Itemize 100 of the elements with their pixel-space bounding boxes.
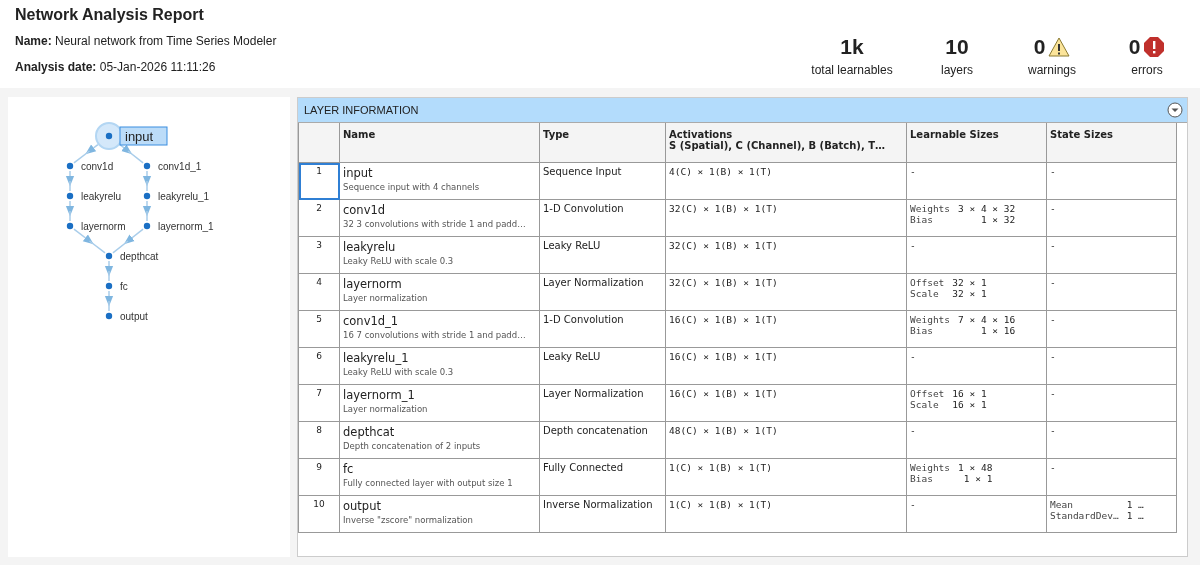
table-cell: 1-D Convolution [539, 310, 666, 348]
warning-icon [1048, 37, 1071, 57]
report-title: Network Analysis Report [15, 6, 205, 24]
node-label[interactable]: conv1d [81, 160, 114, 172]
parameter-size: 1 × 16 [979, 325, 1016, 336]
column-header[interactable]: Activations S (Spatial), C (Channel), B (Batch), T… [665, 123, 907, 163]
row-number[interactable]: 4 [298, 273, 340, 311]
column-header[interactable]: State Sizes [1046, 123, 1177, 163]
node-label[interactable]: leakyrelu [81, 190, 122, 202]
table-cell: - [1050, 203, 1056, 214]
table-cell: - [1050, 314, 1056, 325]
stat-label: total learnables [811, 63, 893, 77]
table-cell: - [1050, 277, 1056, 288]
section-title: LAYER INFORMATION [304, 104, 419, 116]
graph-node[interactable] [143, 222, 151, 230]
table-cell: 32(C) × 1(B) × 1(T) [665, 273, 907, 311]
parameter-size: 3 × 4 × 32 [958, 203, 1016, 214]
table-cell: 1-D Convolution [539, 199, 666, 237]
layer-name: leakyrelu [343, 240, 397, 254]
parameter-name: Weights [910, 203, 951, 214]
parameter-name: Weights [910, 462, 951, 473]
graph-node[interactable] [143, 162, 151, 170]
graph-node[interactable] [105, 282, 113, 290]
column-header[interactable]: Name [339, 123, 540, 163]
node-label[interactable]: output [120, 310, 148, 322]
table-cell: 32(C) × 1(B) × 1(T) [665, 199, 907, 237]
parameter-name: Scale [910, 288, 940, 299]
node-label-highlight [119, 126, 168, 146]
column-title: Activations [669, 129, 734, 140]
table-cell: Layer Normalization [539, 273, 666, 311]
node-label[interactable]: layernorm [81, 220, 126, 232]
parameter-name: Bias [910, 473, 934, 484]
row-number[interactable]: 9 [298, 458, 340, 496]
layer-name: output [343, 499, 382, 513]
stat-label: layers [941, 63, 973, 77]
error-icon [1143, 36, 1166, 58]
parameter-size: 1 × 48 [958, 462, 993, 473]
node-label[interactable]: fc [120, 280, 128, 292]
node-label[interactable]: depthcat [120, 250, 159, 262]
edge-arrow [65, 200, 75, 222]
layer-description: 16 7 convolutions with stride 1 and padd… [343, 330, 527, 340]
layer-name: conv1d [343, 203, 387, 217]
node-label[interactable]: conv1d_1 [158, 160, 202, 172]
field-value: Neural network from Time Series Modeler [55, 34, 277, 48]
table-cell: - [910, 166, 916, 177]
graph-node[interactable] [66, 192, 74, 200]
row-number[interactable]: 7 [298, 384, 340, 422]
table-cell: - [1050, 425, 1056, 436]
graph-node[interactable] [66, 222, 74, 230]
parameter-size: 16 × 1 [952, 388, 987, 399]
graph-node[interactable] [105, 252, 113, 260]
edge-arrow [104, 290, 114, 312]
table-cell: - [1050, 462, 1056, 473]
column-header[interactable]: Type [539, 123, 666, 163]
parameter-size: 32 × 1 [952, 288, 987, 299]
graph-node[interactable] [105, 312, 113, 320]
field-value: 05-Jan-2026 11:11:26 [99, 60, 216, 74]
table-cell: - [1050, 166, 1056, 177]
graph-node[interactable] [143, 192, 151, 200]
layer-description: Inverse "zscore" normalization [343, 515, 474, 525]
stat-label: warnings [1028, 63, 1076, 77]
dropdown-icon[interactable] [1167, 102, 1183, 118]
stat-value: 0 [1033, 35, 1046, 59]
table-cell: Inverse Normalization [539, 495, 666, 533]
layer-description: Depth concatenation of 2 inputs [343, 441, 482, 451]
stat-label: errors [1131, 63, 1163, 77]
table-cell: Leaky ReLU [539, 236, 666, 274]
column-header[interactable]: Learnable Sizes [906, 123, 1047, 163]
layer-name: layernorm [343, 277, 403, 291]
row-number[interactable]: 3 [298, 236, 340, 274]
table-cell: 1(C) × 1(B) × 1(T) [665, 495, 907, 533]
parameter-name: Bias [910, 325, 934, 336]
parameter-name: Weights [910, 314, 951, 325]
table-cell: Depth concatenation [539, 421, 666, 459]
parameter-name: Offset [910, 388, 945, 399]
table-cell: 1(C) × 1(B) × 1(T) [665, 458, 907, 496]
row-number[interactable]: 1 [298, 162, 340, 200]
layer-description: Sequence input with 4 channels [343, 182, 481, 192]
layer-description: Leaky ReLU with scale 0.3 [343, 367, 455, 377]
graph-node[interactable] [66, 162, 74, 170]
table-cell: 16(C) × 1(B) × 1(T) [665, 347, 907, 385]
row-number[interactable]: 2 [298, 199, 340, 237]
node-label[interactable]: input [125, 129, 154, 144]
row-number[interactable]: 6 [298, 347, 340, 385]
row-number[interactable]: 8 [298, 421, 340, 459]
table-cell: 48(C) × 1(B) × 1(T) [665, 421, 907, 459]
parameter-size: 1 … [1126, 499, 1144, 510]
node-label[interactable]: layernorm_1 [158, 220, 214, 232]
parameter-size: 1 × 1 [962, 473, 993, 484]
field-label: Analysis date: [15, 60, 97, 74]
row-number[interactable]: 5 [298, 310, 340, 348]
node-label[interactable]: leakyrelu_1 [158, 190, 210, 202]
row-number[interactable]: 10 [298, 495, 340, 533]
layer-name: layernorm_1 [343, 388, 416, 402]
layer-description: Fully connected layer with output size 1 [343, 478, 514, 488]
table-cell: - [1050, 388, 1056, 399]
table-cell: Layer Normalization [539, 384, 666, 422]
stat-value: 0 [1128, 35, 1141, 59]
layer-description: Layer normalization [343, 293, 429, 303]
stat-value: 10 [945, 35, 969, 59]
